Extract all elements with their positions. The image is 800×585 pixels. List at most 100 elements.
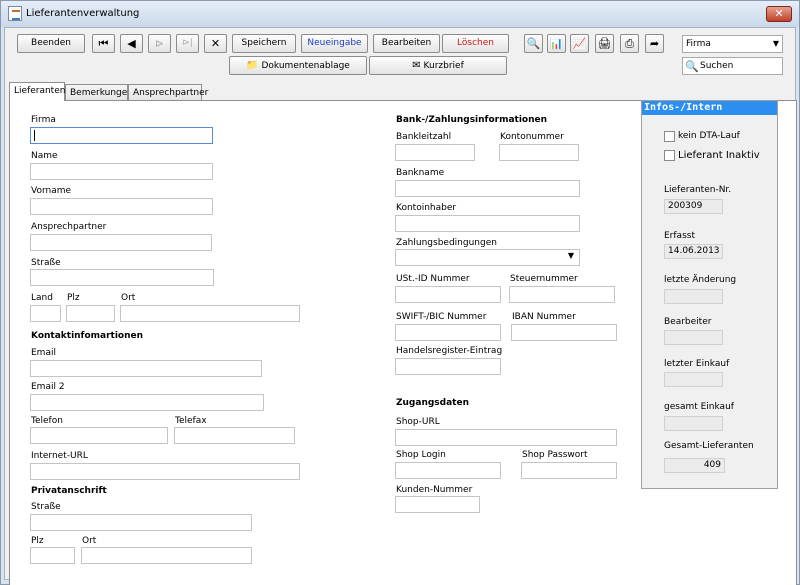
tab-lieferanten[interactable]: Lieferanten <box>9 82 65 101</box>
search-icon: 🔍 <box>685 60 699 73</box>
lieferanten-nr-label: Lieferanten-Nr. <box>664 185 732 195</box>
iban-input[interactable] <box>511 324 617 341</box>
internet-input[interactable] <box>30 463 300 480</box>
privat-strasse-input[interactable] <box>30 514 252 531</box>
bearbeiten-button[interactable]: Bearbeiten <box>373 34 440 53</box>
export-icon[interactable]: ➦ <box>645 34 664 53</box>
speichern-button[interactable]: Speichern <box>232 34 296 53</box>
privat-strasse-label: Straße <box>31 502 61 512</box>
kontonummer-input[interactable] <box>499 144 579 161</box>
telefax-input[interactable] <box>174 427 295 444</box>
letter-icon: ✉ <box>412 60 421 71</box>
ort-input[interactable] <box>120 305 300 322</box>
strasse-input[interactable] <box>30 269 214 286</box>
inaktiv-checkbox[interactable] <box>664 150 675 161</box>
ort-label: Ort <box>121 293 136 303</box>
ust-id-input[interactable] <box>395 286 501 303</box>
handelsregister-label: Handelsregister-Eintrag <box>396 346 503 356</box>
bank-header: Bank-/Zahlungsinformationen <box>396 115 548 125</box>
cancel-icon[interactable]: ✕ <box>204 34 227 53</box>
kunden-nummer-input[interactable] <box>395 496 480 513</box>
kontoinhaber-input[interactable] <box>395 215 580 232</box>
bearbeiter-value <box>664 330 723 345</box>
kontonummer-label: Kontonummer <box>500 132 564 142</box>
chevron-down-icon: ▼ <box>567 251 574 260</box>
gesamt-einkauf-label: gesamt Einkauf <box>664 402 734 412</box>
bankname-input[interactable] <box>395 180 580 197</box>
swift-label: SWIFT-/BIC Nummer <box>396 312 487 322</box>
strasse-label: Straße <box>31 258 61 268</box>
swift-input[interactable] <box>395 324 501 341</box>
printer-icon[interactable]: ⎙ <box>620 34 639 53</box>
loeschen-button[interactable]: Löschen <box>442 34 509 53</box>
email-input[interactable] <box>30 360 262 377</box>
bar-chart-icon[interactable]: 📊 <box>547 34 566 53</box>
vorname-label: Vorname <box>31 186 72 196</box>
gesamt-lieferanten-value: 409 <box>664 458 725 473</box>
folder-icon: 📁 <box>246 60 259 71</box>
telefax-label: Telefax <box>175 416 207 426</box>
neueingabe-button[interactable]: Neueingabe <box>301 34 368 53</box>
ansprechpartner-input[interactable] <box>30 234 212 251</box>
lieferanten-nr-value: 200309 <box>664 199 723 214</box>
ust-id-label: USt.-ID Nummer <box>396 274 470 284</box>
email-label: Email <box>31 348 56 358</box>
plz-label: Plz <box>67 293 80 303</box>
handelsregister-input[interactable] <box>395 358 501 375</box>
email2-label: Email 2 <box>31 382 65 392</box>
firma-label: Firma <box>31 115 56 125</box>
vorname-input[interactable] <box>30 198 213 215</box>
text-caret <box>34 130 35 141</box>
shop-login-input[interactable] <box>395 462 501 479</box>
shop-url-input[interactable] <box>395 429 617 446</box>
zahlungsbedingungen-label: Zahlungsbedingungen <box>396 238 497 248</box>
zahlungsbedingungen-select[interactable]: ▼ <box>395 249 580 266</box>
iban-label: IBAN Nummer <box>512 312 576 322</box>
email2-input[interactable] <box>30 394 264 411</box>
privat-plz-input[interactable] <box>30 547 75 564</box>
letzter-einkauf-label: letzter Einkauf <box>664 359 730 369</box>
first-record-icon[interactable]: ⏮ <box>92 34 115 53</box>
title-bar: Lieferantenverwaltung ✕ <box>1 1 799 27</box>
firma-input[interactable] <box>30 127 213 144</box>
dokumentenablage-button[interactable]: 📁 Dokumentenablage <box>229 56 367 75</box>
tab-bemerkungen[interactable]: Bemerkungen <box>65 84 133 101</box>
name-input[interactable] <box>30 163 213 180</box>
ansprechpartner-label: Ansprechpartner <box>31 222 107 232</box>
search-button[interactable]: 🔍 Suchen <box>682 57 783 75</box>
info-intern-title: Infos-/Intern <box>642 101 777 115</box>
bankleitzahl-label: Bankleitzahl <box>396 132 452 142</box>
erfasst-label: Erfasst <box>664 231 695 241</box>
internet-label: Internet-URL <box>31 451 88 461</box>
kein-dta-checkbox[interactable] <box>664 131 675 142</box>
beenden-button[interactable]: Beenden <box>17 34 85 53</box>
color-printer-icon[interactable]: 🖨 <box>595 34 614 53</box>
search-field-value: Firma <box>686 39 711 49</box>
zoom-icon[interactable]: 🔍 <box>524 34 543 53</box>
last-record-icon[interactable]: ⊳| <box>176 34 199 53</box>
bankleitzahl-input[interactable] <box>395 144 475 161</box>
steuernummer-label: Steuernummer <box>510 274 578 284</box>
plz-input[interactable] <box>66 305 115 322</box>
letzter-einkauf-value <box>664 372 723 387</box>
kurzbrief-button[interactable]: ✉ Kurzbrief <box>369 56 507 75</box>
land-label: Land <box>31 293 53 303</box>
zugang-header: Zugangsdaten <box>396 398 469 408</box>
shop-passwort-input[interactable] <box>521 462 617 479</box>
land-input[interactable] <box>30 305 61 322</box>
telefon-input[interactable] <box>30 427 168 444</box>
bearbeiter-label: Bearbeiter <box>664 317 712 327</box>
close-window-button[interactable]: ✕ <box>766 6 792 22</box>
steuernummer-input[interactable] <box>509 286 615 303</box>
letzte-aenderung-value <box>664 289 723 304</box>
privat-ort-label: Ort <box>82 536 97 546</box>
line-chart-icon[interactable]: 📈 <box>570 34 589 53</box>
privat-ort-input[interactable] <box>81 547 252 564</box>
search-field-select[interactable]: Firma ▼ <box>682 35 783 53</box>
next-record-icon[interactable]: ⊳ <box>148 34 171 53</box>
tab-ansprechpartner[interactable]: Ansprechpartner <box>128 84 208 101</box>
telefon-label: Telefon <box>31 416 63 426</box>
gesamt-lieferanten-label: Gesamt-Lieferanten <box>664 441 754 451</box>
prev-record-icon[interactable]: ◀ <box>120 34 143 53</box>
bankname-label: Bankname <box>396 168 445 178</box>
